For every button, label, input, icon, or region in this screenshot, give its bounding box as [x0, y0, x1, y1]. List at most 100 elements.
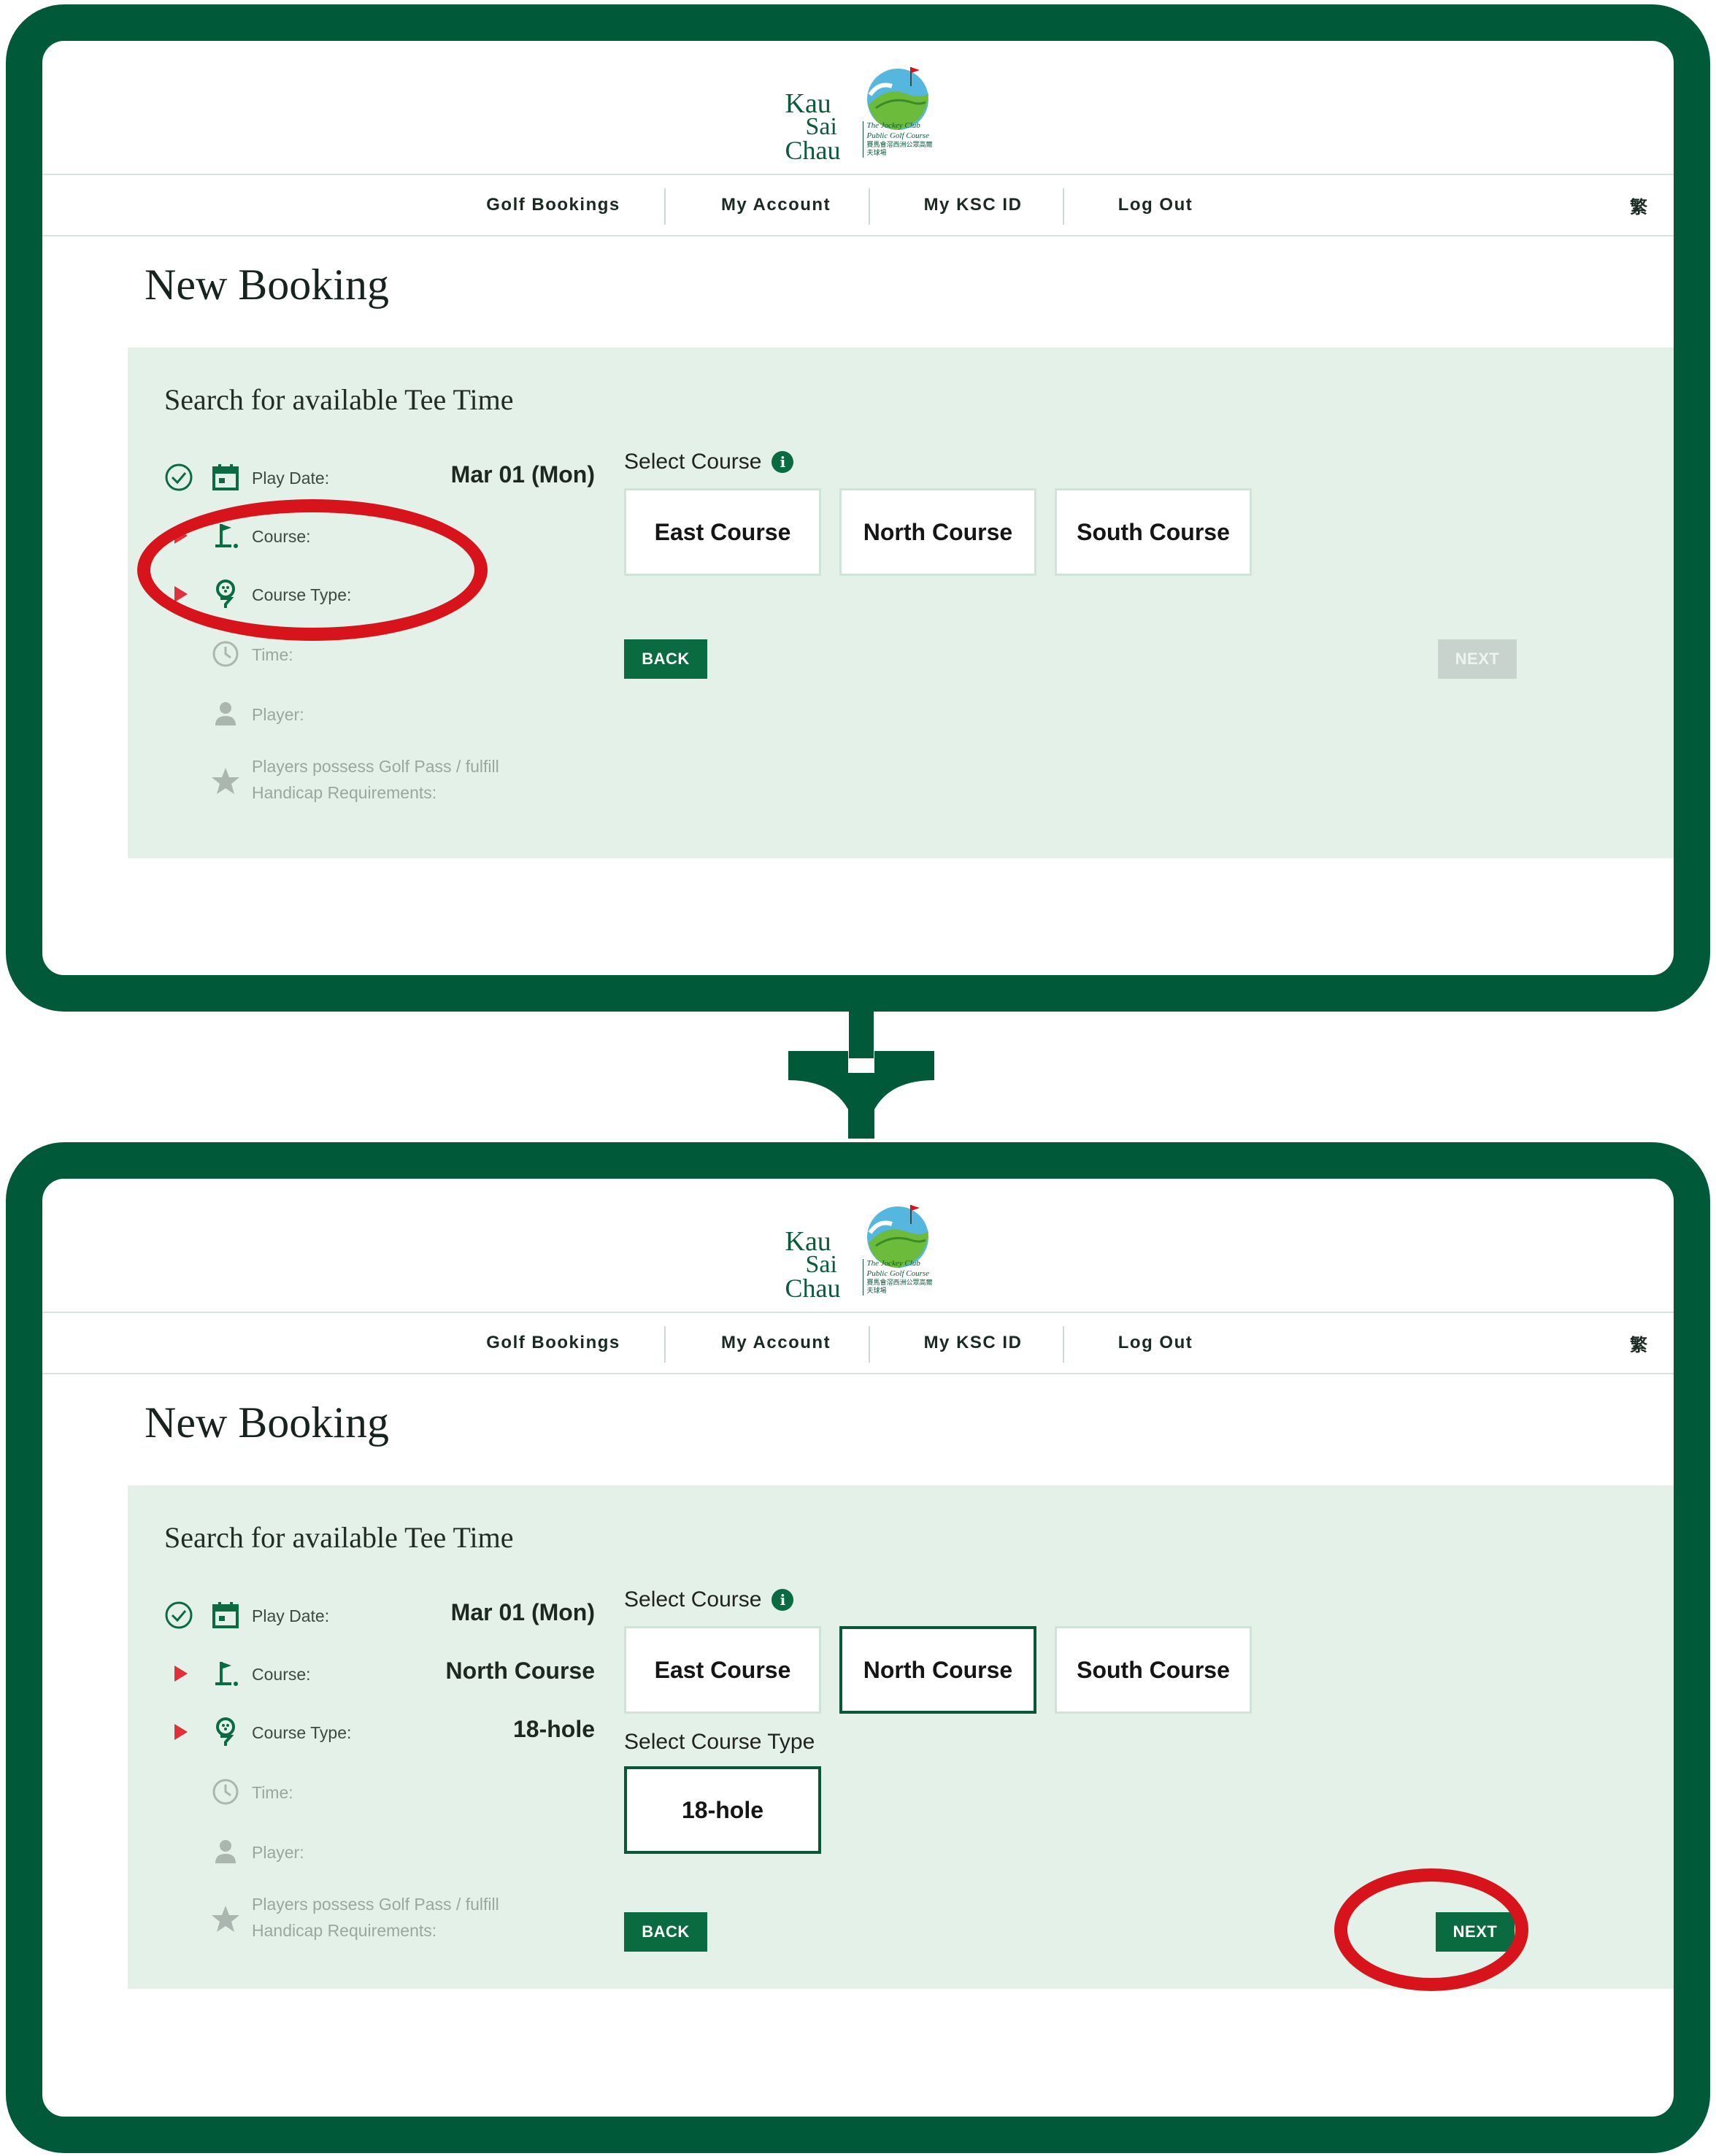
select-course-type-label: Select Course Type [624, 1730, 815, 1754]
summary-player: Player: [128, 693, 595, 734]
step-2-screenshot-frame: Kau Sai Chau The Jockey Club Public Golf… [6, 1142, 1710, 2153]
summary-course: Course: North Course [128, 1653, 595, 1694]
nav-divider [664, 188, 666, 225]
time-label: Time: [252, 645, 293, 664]
logo-wordmark: Kau Sai Chau [785, 1225, 861, 1303]
summary-play-date: Play Date: Mar 01 (Mon) [128, 1595, 595, 1636]
select-course-heading: Select Course i [624, 1587, 794, 1612]
player-label: Player: [252, 705, 304, 724]
person-icon [215, 1840, 236, 1863]
back-button[interactable]: BACK [624, 1912, 707, 1952]
logo-sub-3: 賽馬會滘西洲公眾高爾夫球場 [866, 141, 933, 157]
play-date-value: Mar 01 (Mon) [450, 461, 595, 488]
course-type-label: Course Type: [252, 1723, 352, 1742]
course-option-north-selected[interactable]: North Course [839, 1626, 1036, 1714]
summary-play-date: Play Date: Mar 01 (Mon) [128, 457, 595, 498]
language-toggle[interactable]: 繁 [1630, 1313, 1647, 1373]
nav-divider [869, 1326, 870, 1363]
kau-sai-chau-logo[interactable]: Kau Sai Chau The Jockey Club Public Golf… [785, 1198, 933, 1307]
logo-subtitle: The Jockey Club Public Golf Course 賽馬會滘西… [862, 121, 933, 158]
logo-sub-1: The Jockey Club [866, 121, 920, 130]
calendar-icon [212, 1602, 239, 1628]
golf-flag-icon [215, 1662, 238, 1686]
time-label: Time: [252, 1783, 293, 1802]
star-icon [212, 768, 239, 794]
highlight-ring-next-button [1334, 1868, 1528, 1991]
nav-divider [1063, 188, 1064, 225]
page-title: New Booking [145, 1398, 389, 1447]
nav-my-ksc-id[interactable]: My KSC ID [889, 1313, 1057, 1373]
select-course-label: Select Course [624, 450, 762, 474]
summary-course-type: Course Type: 18-hole [128, 1712, 595, 1752]
step-1-screenshot-frame: Kau Sai Chau The Jockey Club Public Golf… [6, 4, 1710, 1012]
logo-sub-2: Public Golf Course [866, 131, 930, 140]
nav-divider [1063, 1326, 1064, 1363]
course-type-value: 18-hole [512, 1716, 595, 1742]
logo-line-kau: Kau [785, 1225, 831, 1257]
golf-pass-label: Players possess Golf Pass / fulfill Hand… [252, 1891, 499, 1944]
panel-title: Search for available Tee Time [164, 383, 514, 416]
course-label: Course: [252, 1665, 311, 1684]
star-icon [212, 1906, 239, 1932]
course-option-east[interactable]: East Course [624, 1626, 821, 1714]
top-nav: Golf Bookings My Account My KSC ID Log O… [42, 174, 1674, 236]
player-label: Player: [252, 1843, 304, 1862]
course-option-east[interactable]: East Course [624, 488, 821, 576]
logo-subtitle: The Jockey Club Public Golf Course 賽馬會滘西… [862, 1259, 933, 1295]
down-arrow-icon [788, 1000, 934, 1139]
summary-player: Player: [128, 1831, 595, 1872]
play-date-value: Mar 01 (Mon) [450, 1599, 595, 1625]
next-button-disabled[interactable]: NEXT [1438, 639, 1517, 679]
nav-golf-bookings[interactable]: Golf Bookings [466, 175, 641, 235]
logo-sub-3: 賽馬會滘西洲公眾高爾夫球場 [866, 1279, 933, 1295]
logo-line-chau: Chau [785, 1273, 841, 1303]
nav-golf-bookings[interactable]: Golf Bookings [466, 1313, 641, 1373]
logo-line-kau: Kau [785, 88, 831, 119]
nav-my-ksc-id[interactable]: My KSC ID [889, 175, 1057, 235]
golf-pass-label: Players possess Golf Pass / fulfill Hand… [252, 753, 499, 806]
course-type-option-18-hole[interactable]: 18-hole [624, 1766, 821, 1854]
logo-sub-2: Public Golf Course [866, 1268, 930, 1278]
nav-log-out[interactable]: Log Out [1086, 1313, 1225, 1373]
select-course-label: Select Course [624, 1587, 762, 1612]
select-course-type-heading: Select Course Type [624, 1730, 815, 1755]
language-toggle[interactable]: 繁 [1630, 175, 1647, 235]
nav-my-account[interactable]: My Account [688, 1313, 863, 1373]
clock-icon [212, 641, 239, 667]
course-option-north[interactable]: North Course [839, 488, 1036, 576]
golf-pass-label-line-2: Handicap Requirements: [252, 783, 437, 802]
check-circle-icon [165, 1601, 193, 1629]
play-date-label: Play Date: [252, 1606, 330, 1625]
nav-my-account[interactable]: My Account [688, 175, 863, 235]
course-option-south[interactable]: South Course [1055, 488, 1252, 576]
golf-pass-label-line-1: Players possess Golf Pass / fulfill [252, 1895, 499, 1914]
info-icon[interactable]: i [772, 1589, 794, 1611]
course-option-south[interactable]: South Course [1055, 1626, 1252, 1714]
logo-line-chau: Chau [785, 135, 841, 165]
select-course-heading: Select Course i [624, 450, 794, 474]
summary-time: Time: [128, 634, 595, 674]
golf-pass-label-line-1: Players possess Golf Pass / fulfill [252, 757, 499, 776]
logo-wordmark: Kau Sai Chau [785, 88, 861, 165]
play-arrow-icon [174, 1724, 188, 1740]
info-icon[interactable]: i [772, 451, 794, 473]
summary-golf-pass: Players possess Golf Pass / fulfill Hand… [128, 755, 595, 813]
check-circle-icon [165, 463, 193, 491]
summary-time: Time: [128, 1771, 595, 1812]
back-button[interactable]: BACK [624, 639, 707, 679]
calendar-icon [212, 464, 239, 490]
course-value: North Course [445, 1658, 595, 1684]
person-icon [215, 702, 236, 725]
nav-divider [664, 1326, 666, 1363]
play-date-label: Play Date: [252, 469, 330, 488]
kau-sai-chau-logo[interactable]: Kau Sai Chau The Jockey Club Public Golf… [785, 60, 933, 169]
booking-screen-step-1: Kau Sai Chau The Jockey Club Public Golf… [42, 41, 1674, 975]
play-arrow-icon [174, 1666, 188, 1682]
nav-log-out[interactable]: Log Out [1086, 175, 1225, 235]
page-title: New Booking [145, 261, 389, 309]
summary-golf-pass: Players possess Golf Pass / fulfill Hand… [128, 1893, 595, 1951]
golf-ball-tee-icon [216, 1717, 235, 1746]
top-nav: Golf Bookings My Account My KSC ID Log O… [42, 1312, 1674, 1374]
nav-divider [869, 188, 870, 225]
clock-icon [212, 1779, 239, 1805]
